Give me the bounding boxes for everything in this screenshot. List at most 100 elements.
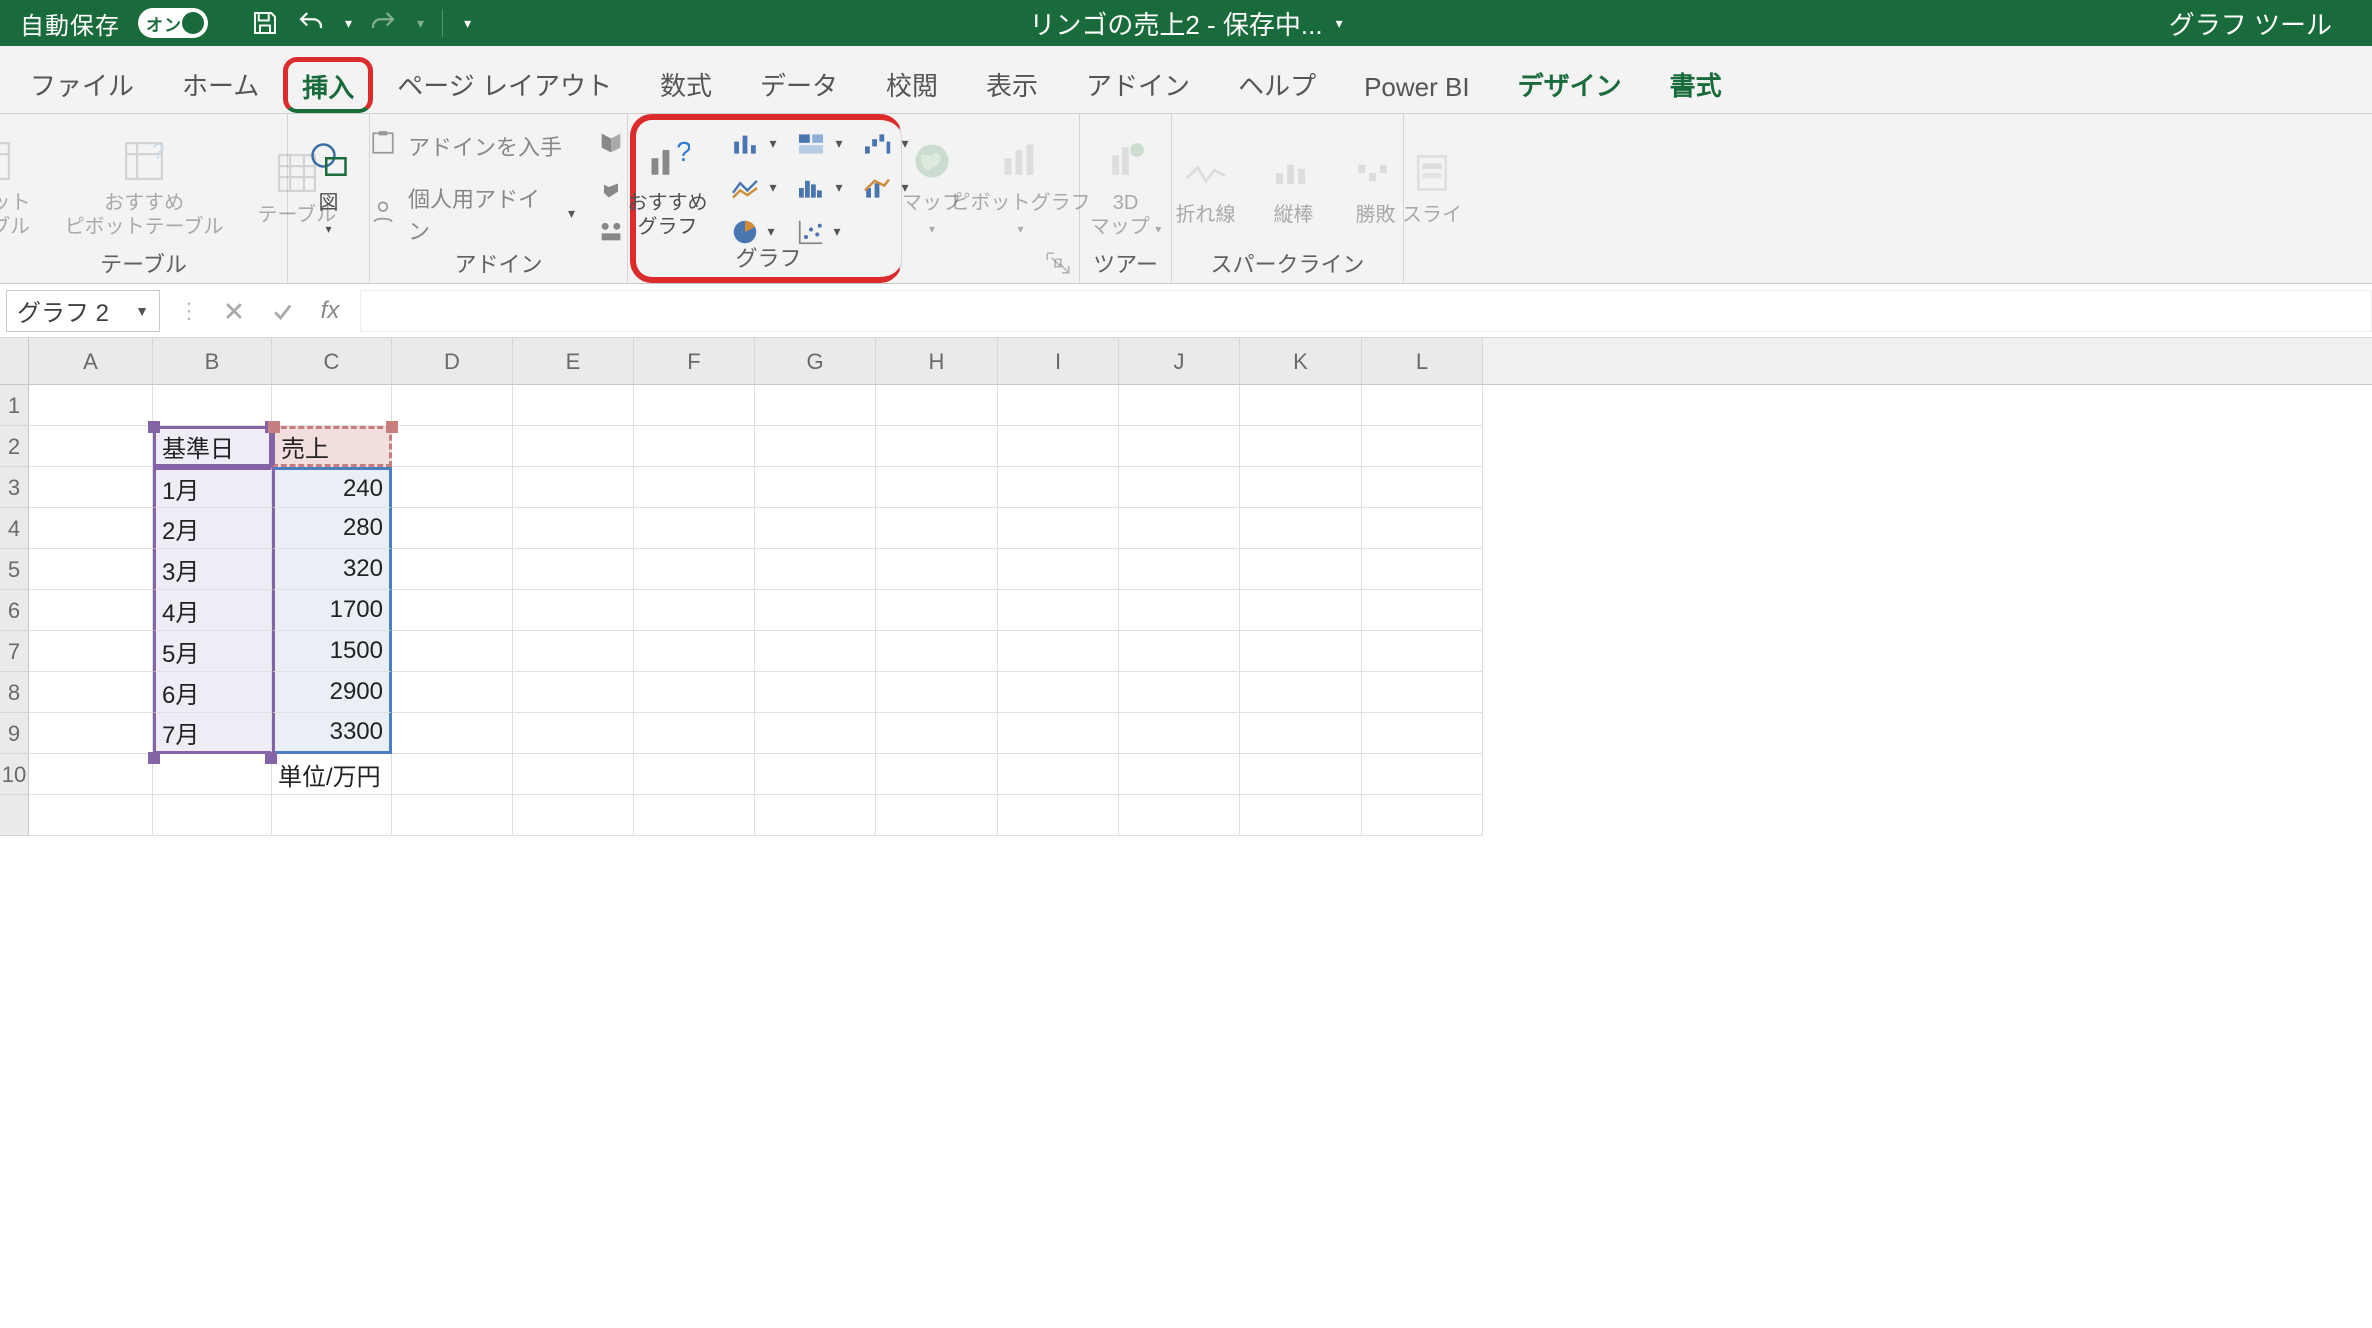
col-header-e[interactable]: E — [513, 338, 634, 384]
cell-c7[interactable]: 1500 — [272, 631, 392, 672]
cell[interactable] — [1240, 713, 1362, 754]
cell[interactable] — [755, 795, 876, 836]
cell[interactable] — [998, 426, 1119, 467]
cell[interactable] — [755, 549, 876, 590]
cell[interactable] — [876, 385, 998, 426]
cell[interactable] — [392, 590, 513, 631]
row-header-2[interactable]: 2 — [0, 426, 29, 467]
cell[interactable] — [513, 713, 634, 754]
tab-review[interactable]: 校閲 — [862, 54, 962, 113]
cell[interactable] — [153, 795, 272, 836]
cell[interactable] — [1240, 631, 1362, 672]
cell[interactable] — [998, 590, 1119, 631]
cell[interactable] — [998, 385, 1119, 426]
cell[interactable] — [876, 795, 998, 836]
cell-b4[interactable]: 2月 — [153, 508, 272, 549]
row-header-7[interactable]: 7 — [0, 631, 29, 672]
cell[interactable] — [1362, 590, 1483, 631]
cell[interactable] — [876, 549, 998, 590]
cell[interactable] — [513, 508, 634, 549]
col-header-l[interactable]: L — [1362, 338, 1483, 384]
col-header-b[interactable]: B — [153, 338, 272, 384]
cell[interactable] — [1240, 467, 1362, 508]
cell[interactable] — [876, 713, 998, 754]
cell[interactable] — [1240, 549, 1362, 590]
cell-b7[interactable]: 5月 — [153, 631, 272, 672]
cell[interactable] — [392, 795, 513, 836]
cell[interactable] — [876, 508, 998, 549]
qat-customise-icon[interactable]: ▾ — [464, 15, 471, 32]
selection-handle[interactable] — [268, 421, 280, 433]
cell-c2[interactable]: 売上 — [272, 426, 392, 467]
cell[interactable] — [1240, 508, 1362, 549]
cell[interactable] — [1240, 590, 1362, 631]
cell[interactable] — [153, 385, 272, 426]
undo-icon[interactable] — [296, 8, 326, 38]
cell[interactable] — [29, 385, 153, 426]
cell[interactable] — [755, 713, 876, 754]
cell[interactable] — [998, 467, 1119, 508]
cell[interactable] — [1119, 426, 1240, 467]
cell[interactable] — [1362, 508, 1483, 549]
cell[interactable] — [513, 754, 634, 795]
cell[interactable] — [513, 795, 634, 836]
cell[interactable] — [29, 754, 153, 795]
cell[interactable] — [634, 549, 755, 590]
cell-c8[interactable]: 2900 — [272, 672, 392, 713]
cell[interactable] — [1119, 631, 1240, 672]
cell[interactable] — [513, 426, 634, 467]
cell[interactable] — [876, 754, 998, 795]
column-chart-button[interactable]: ▾ — [722, 132, 784, 156]
cell[interactable] — [998, 508, 1119, 549]
hierarchy-chart-button[interactable]: ▾ — [788, 132, 850, 156]
cell[interactable] — [513, 672, 634, 713]
cell[interactable] — [29, 508, 153, 549]
cell-b8[interactable]: 6月 — [153, 672, 272, 713]
cell[interactable] — [392, 385, 513, 426]
cell[interactable] — [29, 795, 153, 836]
cell[interactable] — [1119, 549, 1240, 590]
cell[interactable] — [153, 754, 272, 795]
cell[interactable] — [392, 713, 513, 754]
enter-icon[interactable] — [268, 297, 296, 325]
cell[interactable] — [1362, 467, 1483, 508]
cell[interactable] — [634, 426, 755, 467]
cell-b9[interactable]: 7月 — [153, 713, 272, 754]
my-addins-button[interactable]: 個人用アドイン ▾ — [370, 182, 575, 246]
cell[interactable] — [998, 549, 1119, 590]
cell[interactable] — [513, 631, 634, 672]
tab-insert[interactable]: 挿入 — [283, 57, 373, 113]
slicer-button[interactable]: スライ — [1396, 145, 1468, 231]
tab-home[interactable]: ホーム — [158, 54, 283, 113]
cell[interactable] — [755, 754, 876, 795]
cell[interactable] — [998, 672, 1119, 713]
cell[interactable] — [1362, 549, 1483, 590]
cell[interactable] — [29, 426, 153, 467]
cell[interactable] — [1362, 426, 1483, 467]
cell[interactable] — [29, 713, 153, 754]
row-header-8[interactable]: 8 — [0, 672, 29, 713]
col-header-i[interactable]: I — [998, 338, 1119, 384]
cell-b5[interactable]: 3月 — [153, 549, 272, 590]
selection-handle[interactable] — [148, 421, 160, 433]
line-chart-button[interactable]: ▾ — [722, 176, 784, 200]
cell[interactable] — [513, 467, 634, 508]
cell[interactable] — [1362, 713, 1483, 754]
cell[interactable] — [1119, 672, 1240, 713]
row-header-4[interactable]: 4 — [0, 508, 29, 549]
cell[interactable] — [634, 508, 755, 549]
tab-help[interactable]: ヘルプ — [1214, 54, 1340, 113]
undo-dropdown-icon[interactable]: ▾ — [345, 15, 352, 32]
cell[interactable] — [513, 385, 634, 426]
col-header-j[interactable]: J — [1119, 338, 1240, 384]
cell[interactable] — [1119, 508, 1240, 549]
cell[interactable] — [876, 631, 998, 672]
formula-input[interactable] — [360, 290, 2372, 332]
tab-format[interactable]: 書式 — [1646, 54, 1746, 113]
cell[interactable] — [876, 426, 998, 467]
cell-b6[interactable]: 4月 — [153, 590, 272, 631]
cell[interactable] — [634, 385, 755, 426]
cell[interactable] — [1119, 590, 1240, 631]
cell[interactable] — [1362, 795, 1483, 836]
sparkline-column-button[interactable]: 縦棒 — [1264, 145, 1324, 231]
